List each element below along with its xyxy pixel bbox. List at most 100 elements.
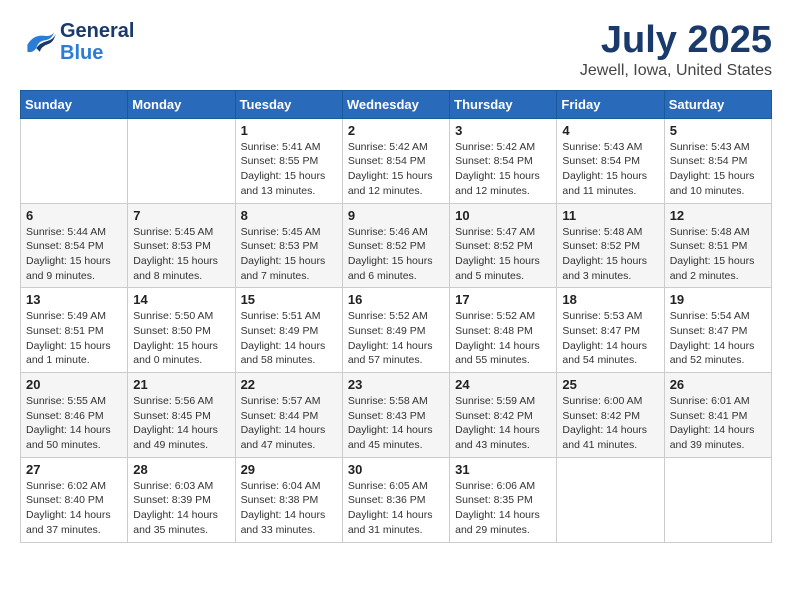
day-number: 11 (562, 208, 658, 223)
calendar-cell: 15 Sunrise: 5:51 AMSunset: 8:49 PMDayligh… (235, 288, 342, 373)
weekday-header-row: SundayMondayTuesdayWednesdayThursdayFrid… (21, 90, 772, 118)
calendar-cell (21, 118, 128, 203)
day-number: 22 (241, 377, 337, 392)
day-info: Sunrise: 5:59 AMSunset: 8:42 PMDaylight:… (455, 394, 551, 453)
calendar-week-row: 27Sunrise: 6:02 AMSunset: 8:40 PMDayligh… (21, 457, 772, 542)
calendar-cell: 12Sunrise: 5:48 AMSunset: 8:51 PMDayligh… (664, 203, 771, 288)
calendar-cell: 14Sunrise: 5:50 AMSunset: 8:50 PMDayligh… (128, 288, 235, 373)
day-number: 24 (455, 377, 551, 392)
day-info: Sunrise: 6:02 AMSunset: 8:40 PMDaylight:… (26, 479, 122, 538)
calendar-cell (664, 457, 771, 542)
day-number: 25 (562, 377, 658, 392)
calendar-week-row: 13 Sunrise: 5:49 AMSunset: 8:51 PMDayligh… (21, 288, 772, 373)
calendar-cell: 21 Sunrise: 5:56 AMSunset: 8:45 PMDayligh… (128, 373, 235, 458)
day-number: 19 (670, 292, 766, 307)
day-number: 10 (455, 208, 551, 223)
day-number: 1 (241, 123, 337, 138)
day-number: 9 (348, 208, 444, 223)
calendar-cell: 31 Sunrise: 6:06 AMSunset: 8:35 PMDayligh… (450, 457, 557, 542)
day-info: Sunrise: 5:43 AMSunset: 8:54 PMDaylight:… (670, 140, 766, 199)
calendar-table: SundayMondayTuesdayWednesdayThursdayFrid… (20, 90, 772, 543)
day-number: 16 (348, 292, 444, 307)
day-number: 18 (562, 292, 658, 307)
day-info: Sunrise: 5:48 AMSunset: 8:52 PMDaylight:… (562, 225, 658, 284)
day-info: Sunrise: 5:51 AMSunset: 8:49 PMDaylight:… (241, 309, 337, 368)
logo-text: General Blue (60, 20, 134, 64)
day-info: Sunrise: 5:49 AMSunset: 8:51 PMDaylight:… (26, 309, 122, 368)
day-number: 31 (455, 462, 551, 477)
day-number: 23 (348, 377, 444, 392)
day-info: Sunrise: 5:42 AMSunset: 8:54 PMDaylight:… (348, 140, 444, 199)
day-number: 21 (133, 377, 229, 392)
day-info: Sunrise: 5:56 AMSunset: 8:45 PMDaylight:… (133, 394, 229, 453)
day-info: Sunrise: 6:05 AMSunset: 8:36 PMDaylight:… (348, 479, 444, 538)
day-info: Sunrise: 6:04 AMSunset: 8:38 PMDaylight:… (241, 479, 337, 538)
calendar-cell (557, 457, 664, 542)
logo-blue-text: Blue (60, 42, 134, 64)
day-info: Sunrise: 5:58 AMSunset: 8:43 PMDaylight:… (348, 394, 444, 453)
calendar-cell: 2 Sunrise: 5:42 AMSunset: 8:54 PMDaylight… (342, 118, 449, 203)
calendar-cell: 6Sunrise: 5:44 AMSunset: 8:54 PMDaylight… (21, 203, 128, 288)
day-number: 29 (241, 462, 337, 477)
day-info: Sunrise: 5:57 AMSunset: 8:44 PMDaylight:… (241, 394, 337, 453)
calendar-cell: 30 Sunrise: 6:05 AMSunset: 8:36 PMDayligh… (342, 457, 449, 542)
day-info: Sunrise: 5:48 AMSunset: 8:51 PMDaylight:… (670, 225, 766, 284)
weekday-header-thursday: Thursday (450, 90, 557, 118)
day-info: Sunrise: 6:00 AMSunset: 8:42 PMDaylight:… (562, 394, 658, 453)
day-number: 30 (348, 462, 444, 477)
calendar-week-row: 20 Sunrise: 5:55 AMSunset: 8:46 PMDayligh… (21, 373, 772, 458)
day-number: 5 (670, 123, 766, 138)
calendar-cell: 28 Sunrise: 6:03 AMSunset: 8:39 PMDayligh… (128, 457, 235, 542)
calendar-cell: 8 Sunrise: 5:45 AMSunset: 8:53 PMDaylight… (235, 203, 342, 288)
calendar-cell: 26Sunrise: 6:01 AMSunset: 8:41 PMDayligh… (664, 373, 771, 458)
weekday-header-saturday: Saturday (664, 90, 771, 118)
day-info: Sunrise: 6:06 AMSunset: 8:35 PMDaylight:… (455, 479, 551, 538)
calendar-cell: 23 Sunrise: 5:58 AMSunset: 8:43 PMDayligh… (342, 373, 449, 458)
calendar-week-row: 6Sunrise: 5:44 AMSunset: 8:54 PMDaylight… (21, 203, 772, 288)
month-title: July 2025 (580, 20, 772, 62)
day-info: Sunrise: 5:55 AMSunset: 8:46 PMDaylight:… (26, 394, 122, 453)
calendar-cell: 5 Sunrise: 5:43 AMSunset: 8:54 PMDaylight… (664, 118, 771, 203)
calendar-cell: 27Sunrise: 6:02 AMSunset: 8:40 PMDayligh… (21, 457, 128, 542)
day-info: Sunrise: 5:43 AMSunset: 8:54 PMDaylight:… (562, 140, 658, 199)
calendar-cell: 25 Sunrise: 6:00 AMSunset: 8:42 PMDayligh… (557, 373, 664, 458)
calendar-cell: 10Sunrise: 5:47 AMSunset: 8:52 PMDayligh… (450, 203, 557, 288)
day-info: Sunrise: 5:52 AMSunset: 8:48 PMDaylight:… (455, 309, 551, 368)
calendar-cell: 11 Sunrise: 5:48 AMSunset: 8:52 PMDayligh… (557, 203, 664, 288)
day-info: Sunrise: 5:53 AMSunset: 8:47 PMDaylight:… (562, 309, 658, 368)
day-number: 7 (133, 208, 229, 223)
logo: General Blue (20, 20, 134, 64)
calendar-cell: 17 Sunrise: 5:52 AMSunset: 8:48 PMDayligh… (450, 288, 557, 373)
calendar-cell: 22 Sunrise: 5:57 AMSunset: 8:44 PMDayligh… (235, 373, 342, 458)
day-number: 17 (455, 292, 551, 307)
day-number: 4 (562, 123, 658, 138)
day-number: 2 (348, 123, 444, 138)
calendar-cell: 24 Sunrise: 5:59 AMSunset: 8:42 PMDayligh… (450, 373, 557, 458)
calendar-cell: 19 Sunrise: 5:54 AMSunset: 8:47 PMDayligh… (664, 288, 771, 373)
title-block: July 2025 Jewell, Iowa, United States (580, 20, 772, 80)
weekday-header-monday: Monday (128, 90, 235, 118)
weekday-header-sunday: Sunday (21, 90, 128, 118)
location-text: Jewell, Iowa, United States (580, 62, 772, 80)
day-info: Sunrise: 5:42 AMSunset: 8:54 PMDaylight:… (455, 140, 551, 199)
day-info: Sunrise: 6:03 AMSunset: 8:39 PMDaylight:… (133, 479, 229, 538)
day-number: 15 (241, 292, 337, 307)
day-info: Sunrise: 5:45 AMSunset: 8:53 PMDaylight:… (241, 225, 337, 284)
day-number: 20 (26, 377, 122, 392)
day-number: 8 (241, 208, 337, 223)
day-number: 28 (133, 462, 229, 477)
day-info: Sunrise: 5:41 AMSunset: 8:55 PMDaylight:… (241, 140, 337, 199)
day-info: Sunrise: 5:45 AMSunset: 8:53 PMDaylight:… (133, 225, 229, 284)
logo-icon (20, 27, 56, 57)
day-info: Sunrise: 5:52 AMSunset: 8:49 PMDaylight:… (348, 309, 444, 368)
day-info: Sunrise: 5:54 AMSunset: 8:47 PMDaylight:… (670, 309, 766, 368)
weekday-header-tuesday: Tuesday (235, 90, 342, 118)
calendar-cell: 18 Sunrise: 5:53 AMSunset: 8:47 PMDayligh… (557, 288, 664, 373)
calendar-cell: 4 Sunrise: 5:43 AMSunset: 8:54 PMDaylight… (557, 118, 664, 203)
day-number: 26 (670, 377, 766, 392)
calendar-cell: 9Sunrise: 5:46 AMSunset: 8:52 PMDaylight… (342, 203, 449, 288)
day-number: 13 (26, 292, 122, 307)
weekday-header-friday: Friday (557, 90, 664, 118)
calendar-cell: 20 Sunrise: 5:55 AMSunset: 8:46 PMDayligh… (21, 373, 128, 458)
calendar-cell: 3Sunrise: 5:42 AMSunset: 8:54 PMDaylight… (450, 118, 557, 203)
